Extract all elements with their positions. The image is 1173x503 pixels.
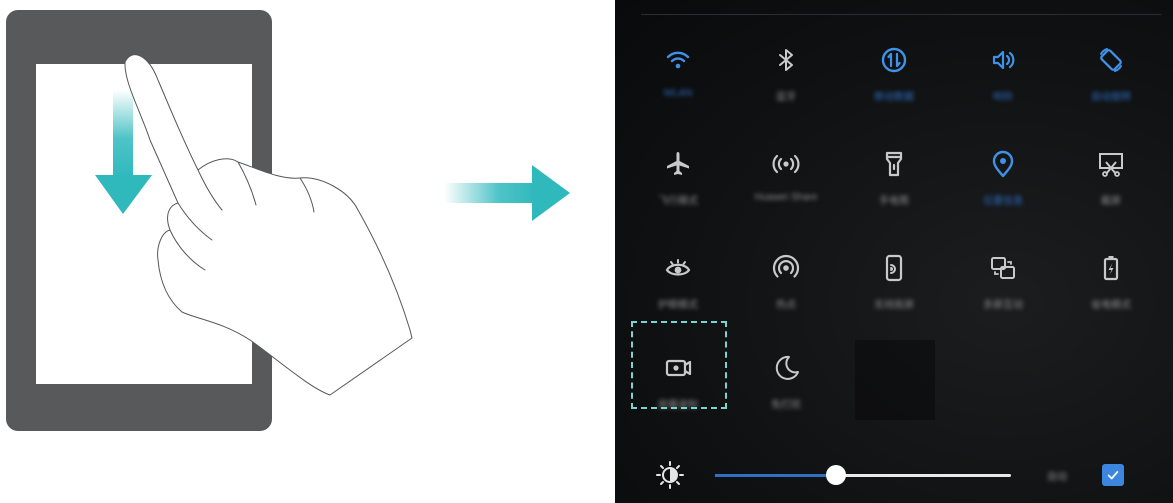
tile-huawei-share[interactable]: Huawei Share bbox=[736, 144, 836, 232]
tile-label: 免打扰 bbox=[771, 400, 801, 411]
tile-airplane-mode[interactable]: 飞行模式 bbox=[628, 144, 728, 232]
notification-panel: WLAN 蓝牙 移动数据 响铃 自动旋转飞行模式 Huawei Share 手电筒 位置信息 截… bbox=[615, 0, 1173, 503]
tile-label: 省电模式 bbox=[1091, 300, 1131, 311]
tile-label: 无线投屏 bbox=[874, 300, 914, 311]
tablet-screen bbox=[36, 64, 252, 384]
tile-screen-mirroring[interactable]: 无线投屏 bbox=[844, 248, 944, 336]
tile-label: WLAN bbox=[663, 88, 693, 99]
tile-label: 蓝牙 bbox=[776, 92, 796, 103]
share-broadcast-icon bbox=[736, 144, 836, 184]
moon-icon bbox=[736, 348, 836, 388]
tile-location[interactable]: 位置信息 bbox=[953, 144, 1053, 232]
tile-label: 护眼模式 bbox=[658, 300, 698, 311]
tile-label: 多屏互动 bbox=[983, 300, 1023, 311]
transition-arrow-icon bbox=[444, 165, 570, 221]
tile-power-saving[interactable]: 省电模式 bbox=[1061, 248, 1161, 336]
tile-label: Huawei Share bbox=[754, 192, 818, 203]
battery-icon bbox=[1061, 248, 1161, 288]
screen-recorder-highlight bbox=[631, 321, 727, 409]
tile-sound[interactable]: 响铃 bbox=[953, 40, 1053, 128]
checkmark-icon bbox=[1107, 471, 1119, 480]
auto-brightness-label: 自动 bbox=[1047, 472, 1067, 483]
bluetooth-icon bbox=[736, 40, 836, 80]
flashlight-icon bbox=[844, 144, 944, 184]
rotate-icon bbox=[1061, 40, 1161, 80]
tile-auto-rotate[interactable]: 自动旋转 bbox=[1061, 40, 1161, 128]
speaker-icon bbox=[953, 40, 1053, 80]
tile-label: 位置信息 bbox=[983, 196, 1023, 207]
tile-label: 移动数据 bbox=[874, 92, 914, 103]
divider bbox=[641, 14, 1161, 15]
tile-bluetooth[interactable]: 蓝牙 bbox=[736, 40, 836, 128]
airplane-icon bbox=[628, 144, 728, 184]
mobile-data-icon bbox=[844, 40, 944, 80]
tile-multi-screen[interactable]: 多屏互动 bbox=[953, 248, 1053, 336]
brightness-slider-fill bbox=[715, 474, 837, 477]
auto-brightness-checkbox[interactable] bbox=[1102, 464, 1124, 486]
brightness-slider[interactable] bbox=[715, 465, 1011, 485]
tile-mobile-data[interactable]: 移动数据 bbox=[844, 40, 944, 128]
eye-icon bbox=[628, 248, 728, 288]
tile-hotspot[interactable]: 热点 bbox=[736, 248, 836, 336]
screenshot-icon bbox=[1061, 144, 1161, 184]
tablet-illustration bbox=[6, 10, 272, 431]
hotspot-icon bbox=[736, 248, 836, 288]
phone-cast-icon bbox=[844, 248, 944, 288]
multi-screen-icon bbox=[953, 248, 1053, 288]
tile-label: 手电筒 bbox=[879, 196, 909, 207]
tile-label: 自动旋转 bbox=[1091, 92, 1131, 103]
tile-flashlight[interactable]: 手电筒 bbox=[844, 144, 944, 232]
location-pin-icon bbox=[953, 144, 1053, 184]
tile-label: 飞行模式 bbox=[658, 196, 698, 207]
brightness-icon bbox=[656, 461, 684, 489]
tile-label: 响铃 bbox=[993, 92, 1013, 103]
wifi-icon bbox=[628, 40, 728, 80]
tile-do-not-disturb[interactable]: 免打扰 bbox=[736, 348, 836, 436]
tile-label: 热点 bbox=[776, 300, 796, 311]
brightness-slider-thumb[interactable] bbox=[826, 465, 847, 485]
tile-screenshot[interactable]: 截屏 bbox=[1061, 144, 1161, 232]
tile-label: 截屏 bbox=[1101, 196, 1121, 207]
brightness-bar: 自动 bbox=[615, 452, 1173, 498]
tile-wifi[interactable]: WLAN bbox=[628, 40, 728, 128]
